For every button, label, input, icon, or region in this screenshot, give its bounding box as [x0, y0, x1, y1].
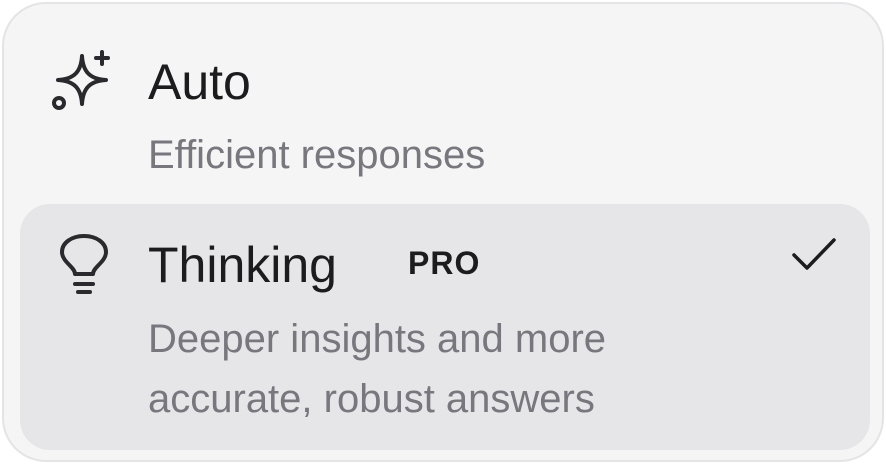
description-line: Deeper insights and more — [148, 317, 607, 361]
option-title: Auto — [148, 54, 251, 110]
option-description: Efficient responses — [148, 125, 485, 185]
sparkle-plus-icon — [52, 50, 110, 110]
lightbulb-icon — [60, 234, 108, 294]
option-auto[interactable]: Auto Efficient responses — [20, 18, 870, 200]
option-description: Deeper insights and more accurate, robus… — [148, 309, 606, 429]
pro-badge: PRO — [408, 245, 481, 281]
option-thinking[interactable]: Thinking PRO Deeper insights and more ac… — [20, 204, 870, 450]
mode-selector-menu: Auto Efficient responses Thinking PRO De… — [2, 2, 884, 462]
checkmark-icon — [792, 238, 836, 270]
option-title: Thinking — [148, 237, 337, 293]
description-line: Efficient responses — [148, 133, 486, 177]
description-line: accurate, robust answers — [148, 377, 595, 421]
